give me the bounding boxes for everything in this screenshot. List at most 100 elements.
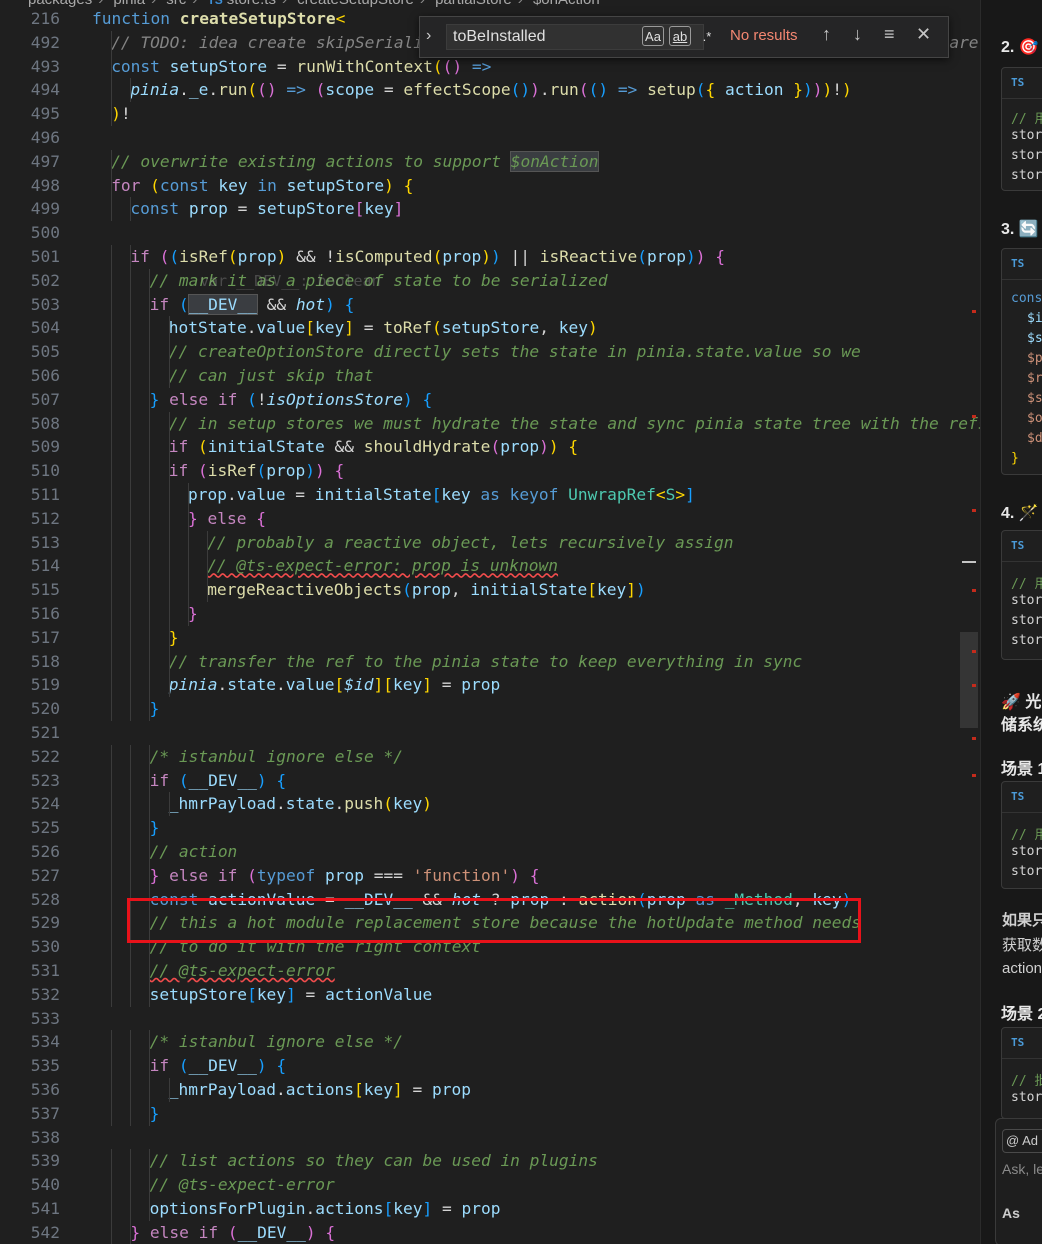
chat-sidebar: 2. 🎯 TS // 用 stor stor stor 3. 🔄 TS cons… [980, 0, 1042, 1244]
code-token: prop [188, 485, 227, 504]
find-in-selection-icon[interactable]: ≡ [884, 24, 895, 45]
breadcrumb-file[interactable]: store.ts [227, 0, 276, 8]
arrow-down-icon[interactable]: ↓ [853, 24, 862, 45]
indent-guide [111, 435, 112, 460]
code-line: // 用 [1011, 577, 1042, 592]
scrollbar-error-marker [972, 589, 976, 592]
indent-guide [111, 30, 112, 55]
code-token: ( [402, 580, 412, 600]
indent-guide [111, 292, 112, 317]
code-token: key [597, 580, 627, 600]
ts-badge: TS [1011, 1036, 1025, 1049]
code-line: 495)! [0, 102, 980, 126]
code-token: ) [491, 247, 501, 266]
code-line: $p [1027, 351, 1042, 366]
code-token: ( [510, 80, 521, 100]
code-text: const setupStore = runWithContext(() => [111, 55, 491, 79]
line-number: 517 [30, 627, 60, 647]
code-token: ] [422, 1199, 433, 1218]
code-token: < [655, 485, 666, 504]
line-number: 528 [30, 889, 60, 909]
toggle-replace-icon[interactable]: › [426, 27, 431, 45]
match-case-button[interactable]: Aa [642, 26, 664, 46]
code-token: ( [257, 80, 267, 100]
code-token: setup [647, 80, 696, 100]
code-token: prop [411, 580, 451, 600]
code-token: } [783, 80, 804, 100]
line-number: 540 [30, 1175, 60, 1195]
code-token: ) [403, 389, 413, 409]
chevron-right-icon: › [420, 0, 425, 8]
code-token: ( [247, 80, 258, 100]
code-line: 518 // transfer the ref to the pinia stat… [0, 649, 980, 674]
code-line: 523 if (__DEV__) { [0, 768, 980, 793]
indent-guide [130, 1078, 132, 1102]
ask-mode-button[interactable]: As [1002, 1205, 1020, 1221]
breadcrumb-method[interactable]: $onAction [533, 0, 600, 8]
scrollbar-thumb[interactable] [960, 632, 978, 728]
code-line: 500 [0, 221, 980, 245]
indent-guide [111, 649, 112, 674]
find-input[interactable]: toBeInstalled [446, 24, 704, 50]
indent-guide [149, 578, 151, 602]
code-line: 494 pinia._e.run(() => (scope = effectSco… [0, 78, 980, 103]
code-token: === [364, 865, 413, 885]
line-number: 521 [30, 723, 60, 742]
breadcrumb-src[interactable]: src [166, 0, 186, 8]
whole-word-button[interactable]: ab [669, 26, 691, 46]
breadcrumb-pinia[interactable]: pinia [113, 0, 145, 8]
code-token: key [441, 485, 471, 504]
indent-guide [111, 887, 112, 912]
code-token: ) [822, 80, 833, 100]
add-context-button[interactable]: @ Ad [1002, 1129, 1042, 1153]
code-token: , [450, 580, 471, 600]
code-token: . [539, 80, 550, 100]
code-token: { [403, 175, 414, 195]
code-line: stor [1011, 168, 1042, 183]
breadcrumb-packages[interactable]: packages [28, 0, 92, 8]
code-token: { [715, 247, 725, 266]
code-token: ( [315, 80, 326, 100]
code-token: // @ts-expect-error [149, 1175, 335, 1195]
code-token: } [149, 389, 160, 409]
code-token: shouldHydrate [363, 437, 491, 457]
code-token: _hmrPayload [168, 794, 276, 814]
indent-guide [149, 1101, 151, 1126]
breadcrumb-function[interactable]: createSetupStore [297, 0, 414, 8]
code-token: ] [392, 1080, 403, 1099]
code-text: function createSetupStore< [92, 12, 345, 31]
scenario-1-heading: 场景 1 [1001, 761, 1042, 778]
code-token: ] [685, 485, 695, 504]
indent-guide [207, 578, 208, 602]
code-token: [ [431, 485, 442, 504]
code-line: 534 /* istanbul ignore else */ [0, 1030, 980, 1055]
code-line: 522 /* istanbul ignore else */ [0, 744, 980, 769]
indent-guide [168, 649, 170, 674]
indent-guide [168, 602, 170, 626]
close-icon[interactable]: ✕ [916, 24, 931, 45]
chevron-right-icon: › [192, 0, 197, 8]
code-editor[interactable]: 216 function createSetupStore< 492// TODO:… [0, 12, 980, 1244]
line-number: 504 [30, 318, 60, 338]
code-token: ) [315, 461, 325, 481]
code-text: if (isRef(prop)) { [169, 459, 344, 483]
line-number: 493 [30, 56, 60, 76]
chat-input[interactable]: Ask, le [1002, 1161, 1042, 1177]
scrollbar-error-marker [972, 684, 976, 687]
breadcrumb-variable[interactable]: partialStore [435, 0, 512, 8]
indent-guide [130, 959, 132, 983]
code-token: [ [353, 1080, 364, 1099]
code-token: { [344, 294, 355, 314]
code-text: // list actions so they can be used in p… [150, 1149, 598, 1173]
code-line: 541 optionsForPlugin.actions[key] = prop [0, 1197, 980, 1221]
indent-guide [111, 173, 112, 198]
arrow-up-icon[interactable]: ↑ [822, 24, 831, 45]
code-card: TS // 批 stor [1001, 1027, 1042, 1119]
ts-badge: TS [1011, 790, 1025, 803]
code-token: ! [832, 80, 843, 100]
code-text: pinia.state.value[$id][key] = prop [169, 673, 500, 697]
regex-button[interactable]: .* [696, 26, 718, 46]
indent-guide [149, 530, 151, 555]
